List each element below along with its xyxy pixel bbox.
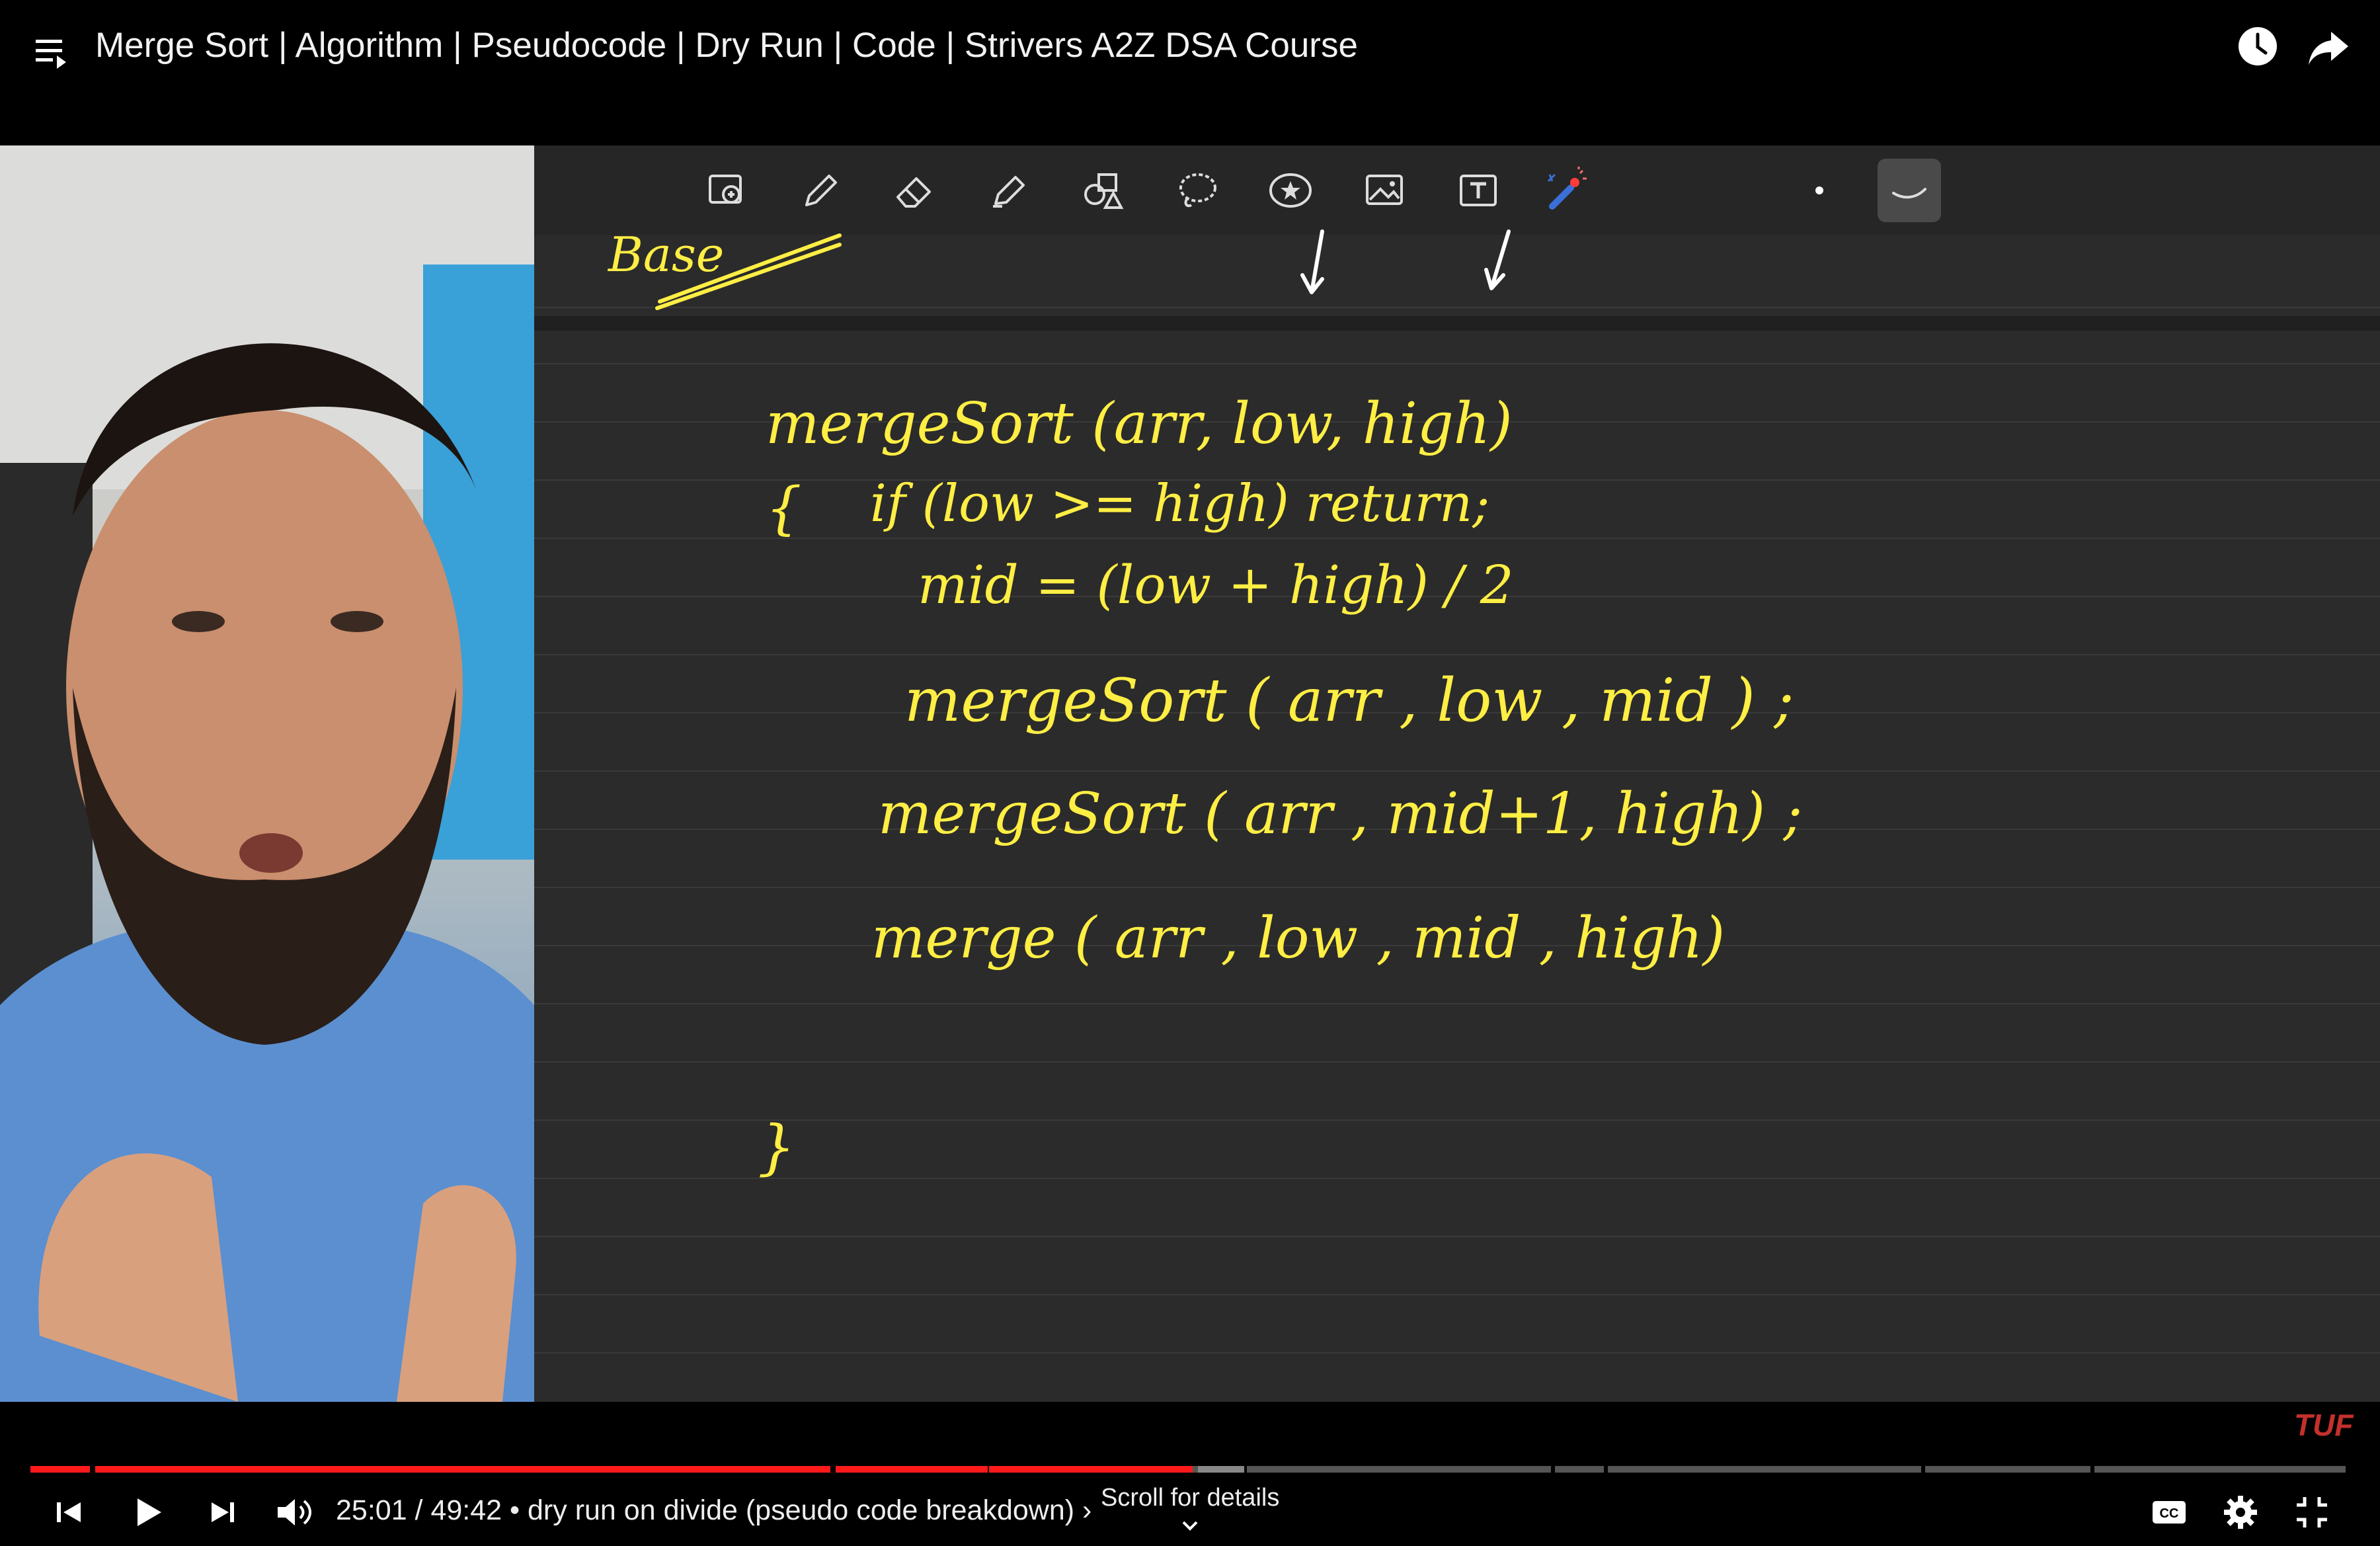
volume-icon[interactable] xyxy=(271,1489,317,1535)
next-icon[interactable] xyxy=(200,1489,246,1535)
chapter-title[interactable]: • dry run on divide (pseudo code breakdo… xyxy=(510,1494,1074,1526)
line-base-case: if (low >= high) return; xyxy=(870,474,1489,534)
play-icon[interactable] xyxy=(124,1489,171,1535)
whiteboard: Base mergeSort (arr, low, high) { if (lo… xyxy=(534,145,2380,1402)
chapter-segment[interactable] xyxy=(1247,1466,1551,1473)
chevron-down-icon[interactable] xyxy=(1177,1516,1203,1535)
svg-text:CC: CC xyxy=(2160,1506,2179,1521)
chapter-segment[interactable] xyxy=(2274,1466,2346,1473)
chapter-segment[interactable] xyxy=(989,1466,1218,1473)
share-arrow-icon[interactable] xyxy=(2307,28,2350,67)
channel-watermark: TUF xyxy=(2294,1408,2354,1442)
settings-gear-icon[interactable] xyxy=(2217,1489,2264,1535)
line-mergesort-signature: mergeSort (arr, low, high) xyxy=(766,391,1513,457)
playlist-icon[interactable] xyxy=(34,33,71,70)
chapter-segment[interactable] xyxy=(177,1466,830,1473)
line-right-recursion: mergeSort ( arr , mid+1, high) ; xyxy=(878,781,1802,847)
chapter-segment[interactable] xyxy=(836,1466,988,1473)
chapter-segment[interactable] xyxy=(2094,1466,2277,1473)
played-portion xyxy=(989,1466,1193,1473)
previous-icon[interactable] xyxy=(46,1489,93,1535)
line-left-recursion: mergeSort ( arr , low , mid ) ; xyxy=(904,666,1794,735)
presenter-webcam xyxy=(0,145,534,1402)
handwritten-pseudocode: Base mergeSort (arr, low, high) { if (lo… xyxy=(607,227,1802,1182)
chapter-chevron-icon[interactable]: › xyxy=(1082,1494,1091,1526)
time-and-chapter: 25:01 / 49:42 • dry run on divide (pseud… xyxy=(336,1494,1091,1527)
open-brace: { xyxy=(766,475,802,542)
close-brace: } xyxy=(758,1113,795,1182)
top-bar: Merge Sort | Algorithm | Pseudocode | Dr… xyxy=(0,0,2380,145)
chapter-segment[interactable] xyxy=(1608,1466,1921,1473)
buffered-portion xyxy=(1198,1466,1244,1473)
partial-base-label: Base xyxy=(607,227,724,282)
video-title[interactable]: Merge Sort | Algorithm | Pseudocode | Dr… xyxy=(95,25,1358,65)
chapter-segment[interactable] xyxy=(30,1466,90,1473)
video-frame[interactable]: Base mergeSort (arr, low, high) { if (lo… xyxy=(0,145,2380,1402)
time-display: 25:01 / 49:42 xyxy=(336,1494,502,1526)
progress-bar[interactable] xyxy=(30,1466,2350,1473)
exit-fullscreen-icon[interactable] xyxy=(2289,1489,2335,1535)
line-merge-call: merge ( arr , low , mid , high) xyxy=(871,905,1725,971)
chapter-segment[interactable] xyxy=(1555,1466,1604,1473)
scroll-for-details[interactable]: Scroll for details xyxy=(1101,1484,1279,1512)
captions-icon[interactable]: CC xyxy=(2146,1489,2192,1535)
chapter-segment[interactable] xyxy=(1925,1466,2090,1473)
player-controls: 25:01 / 49:42 • dry run on divide (pseud… xyxy=(0,1480,2380,1546)
clock-icon[interactable] xyxy=(2237,25,2279,67)
line-mid-calc: mid = (low + high) / 2 xyxy=(918,554,1514,616)
